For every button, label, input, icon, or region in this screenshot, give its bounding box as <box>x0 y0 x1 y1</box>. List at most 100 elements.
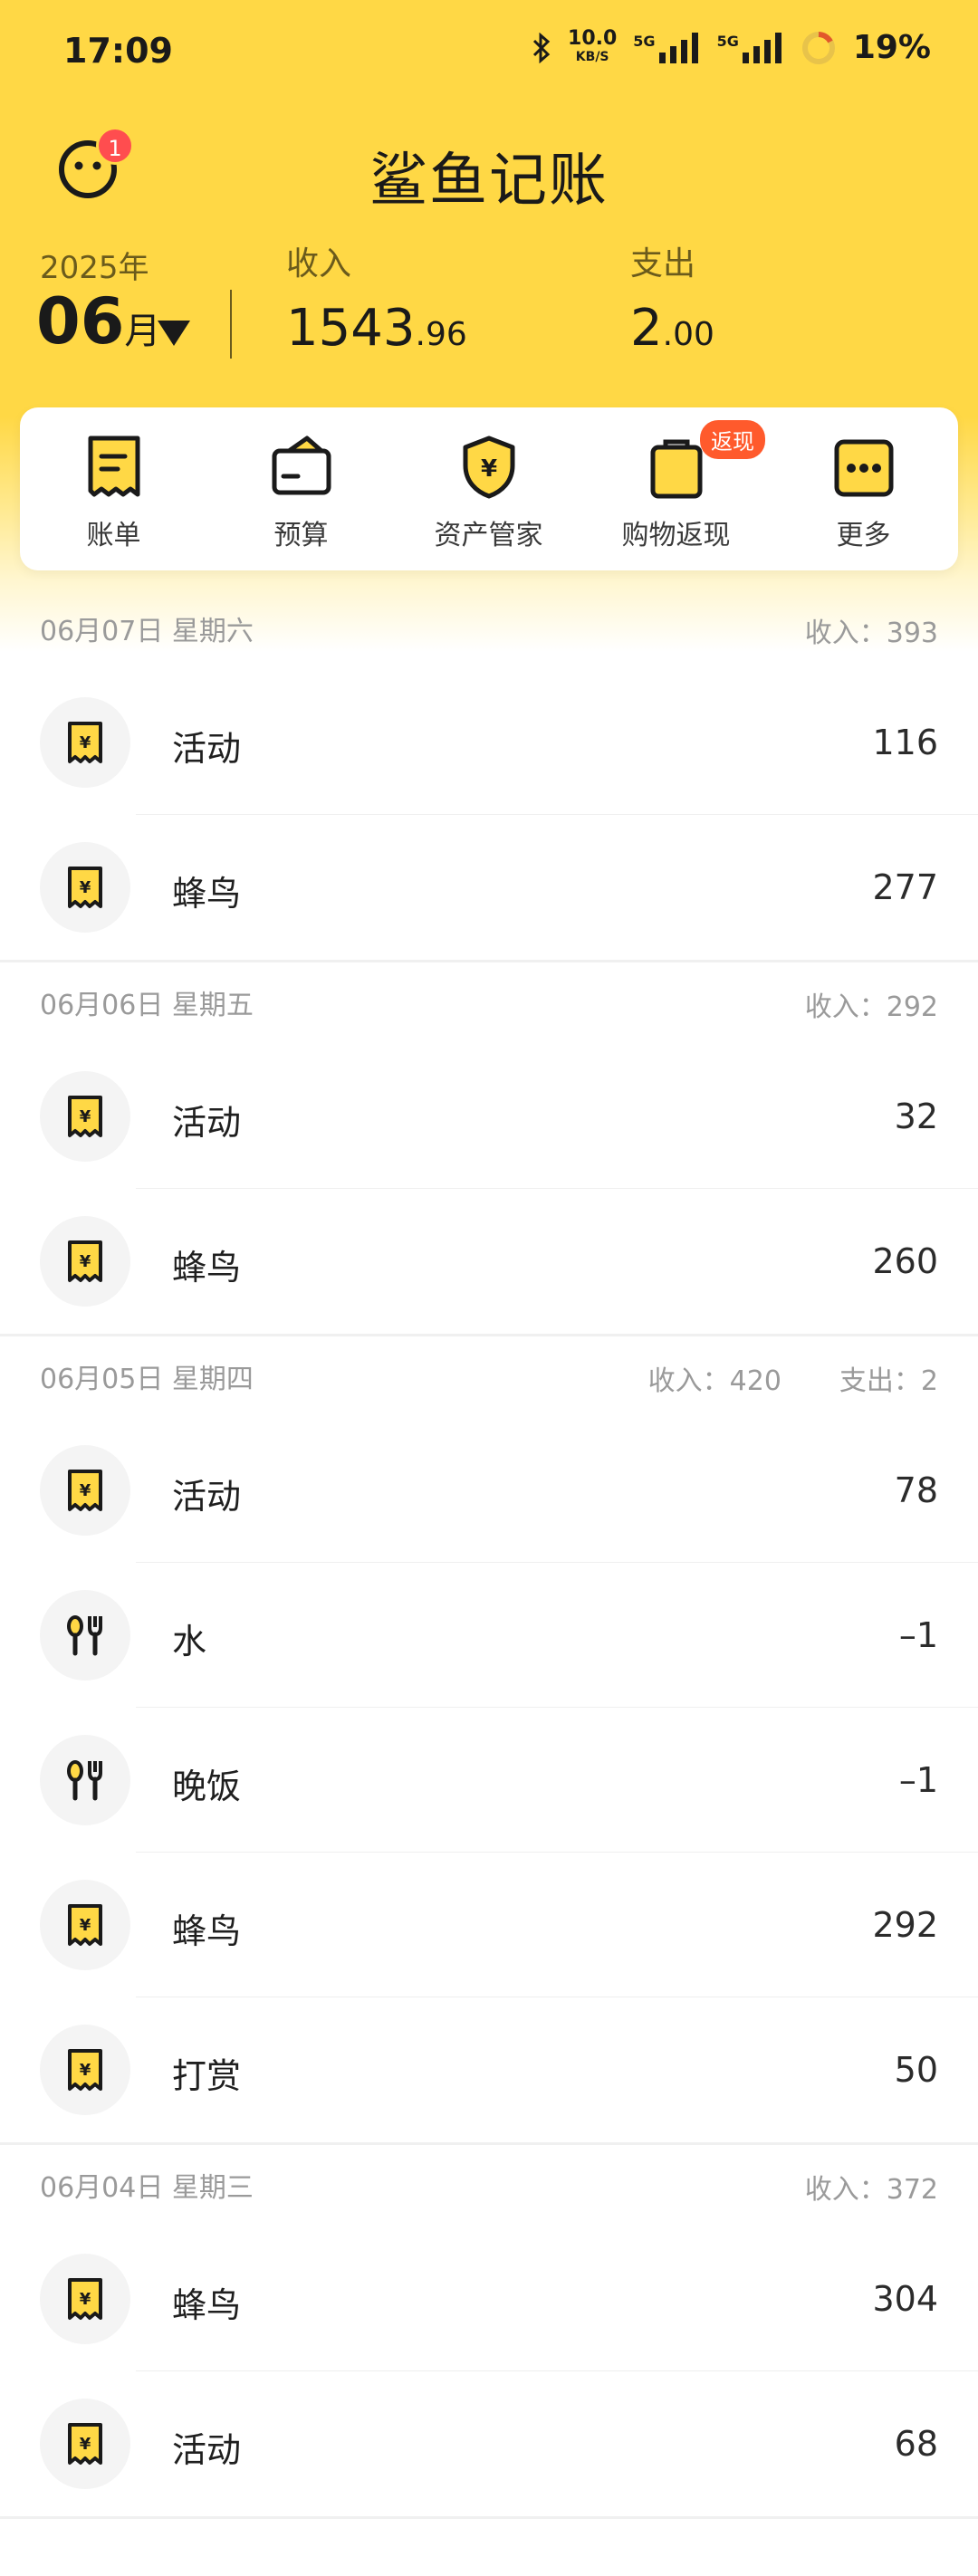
menu-item-budget[interactable]: 预算 <box>207 407 395 570</box>
transaction-name: 晚饭 <box>172 1767 242 1806</box>
day-summary: 收入：372 <box>805 2167 938 2207</box>
day-separator <box>0 2516 978 2519</box>
transaction-row[interactable]: ¥ 蜂鸟 260 <box>0 1189 978 1334</box>
receipt-yen-icon: ¥ <box>40 1445 130 1536</box>
day-date: 06月06日 星期五 <box>40 990 254 1021</box>
svg-text:¥: ¥ <box>481 455 497 483</box>
month-summary: 2025年 06月 收入 1543.96 支出 2.00 <box>0 237 978 364</box>
title-bar: 1 鲨鱼记账 <box>0 127 978 215</box>
transaction-amount: 32 <box>894 1096 938 1136</box>
day-header: 06月06日 星期五 收入：292 <box>0 962 978 1044</box>
menu-label-cashback: 购物返现 <box>621 520 731 551</box>
network-speed: 10.0 KB/S <box>568 26 618 66</box>
divider <box>230 290 232 359</box>
transaction-list: 06月07日 星期六 收入：393 ¥ 活动 116 ¥ 蜂鸟 277 06月0… <box>0 589 978 2519</box>
budget-wallet-icon <box>272 436 331 495</box>
month-selector[interactable]: 06月 <box>36 284 160 359</box>
day-income: 收入：393 <box>804 618 938 649</box>
signal-1-icon: 5G <box>633 32 700 63</box>
svg-text:¥: ¥ <box>80 1252 91 1271</box>
day-summary: 收入：393 <box>805 610 938 650</box>
menu-item-more[interactable]: 更多 <box>770 407 957 570</box>
transaction-row[interactable]: ¥ 活动 68 <box>0 2371 978 2516</box>
svg-text:¥: ¥ <box>80 878 91 897</box>
transaction-name: 打赏 <box>172 2056 242 2096</box>
menu-item-cashback[interactable]: 返现 购物返现 <box>582 407 770 570</box>
transaction-name: 活动 <box>172 1103 242 1143</box>
transaction-name: 蜂鸟 <box>172 874 242 914</box>
transaction-row[interactable]: 水 –1 <box>0 1563 978 1708</box>
transaction-amount: 304 <box>872 2279 938 2319</box>
transaction-amount: 116 <box>872 723 938 762</box>
transaction-name: 活动 <box>172 729 242 769</box>
transaction-amount: 277 <box>872 867 938 907</box>
transaction-amount: 78 <box>894 1470 938 1510</box>
more-icon <box>834 439 894 497</box>
svg-text:¥: ¥ <box>80 2435 91 2454</box>
menu-label-more: 更多 <box>836 520 891 551</box>
transaction-name: 活动 <box>172 2430 242 2470</box>
menu-item-bill[interactable]: 账单 <box>20 407 207 570</box>
day-header: 06月07日 星期六 收入：393 <box>0 589 978 670</box>
menu-label-budget: 预算 <box>273 520 329 551</box>
day-income: 收入：420 <box>647 1365 781 1397</box>
transaction-row[interactable]: ¥ 蜂鸟 292 <box>0 1853 978 1997</box>
svg-text:¥: ¥ <box>80 733 91 752</box>
receipt-yen-icon: ¥ <box>40 2399 130 2489</box>
transaction-row[interactable]: ¥ 打赏 50 <box>0 1997 978 2142</box>
bill-icon <box>88 436 140 497</box>
day-summary: 收入：292 <box>805 984 938 1024</box>
expense-total: 2.00 <box>630 299 714 358</box>
cashback-badge: 返现 <box>700 420 765 459</box>
transaction-name: 活动 <box>172 1477 242 1517</box>
transaction-amount: 292 <box>872 1905 938 1945</box>
transaction-amount: –1 <box>898 1760 938 1800</box>
app-title: 鲨鱼记账 <box>369 148 609 215</box>
transaction-name: 蜂鸟 <box>172 1911 242 1951</box>
food-icon <box>40 1735 130 1825</box>
network-speed-value: 10.0 <box>568 26 618 50</box>
transaction-row[interactable]: ¥ 蜂鸟 304 <box>0 2226 978 2371</box>
day-income: 收入：292 <box>804 991 938 1023</box>
quick-menu: 账单 预算 ¥ 资产管家 返现 购物返现 更多 <box>20 407 958 570</box>
transaction-row[interactable]: ¥ 活动 116 <box>0 670 978 815</box>
transaction-amount: –1 <box>898 1615 938 1655</box>
status-time: 17:09 <box>63 31 173 71</box>
transaction-row[interactable]: ¥ 蜂鸟 277 <box>0 815 978 960</box>
receipt-yen-icon: ¥ <box>40 697 130 788</box>
transaction-amount: 260 <box>872 1241 938 1281</box>
network-type-2: 5G <box>716 32 739 50</box>
shopping-bag-icon <box>650 439 703 499</box>
income-dec: .96 <box>415 316 467 353</box>
month-value: 06 <box>36 284 125 359</box>
battery-percent: 19% <box>852 29 931 66</box>
receipt-yen-icon: ¥ <box>40 1071 130 1162</box>
svg-text:¥: ¥ <box>80 2290 91 2309</box>
transaction-name: 蜂鸟 <box>172 1248 242 1288</box>
transaction-row[interactable]: ¥ 活动 32 <box>0 1044 978 1189</box>
expense-label: 支出 <box>630 245 696 282</box>
menu-item-assets[interactable]: ¥ 资产管家 <box>395 407 582 570</box>
income-int: 1543 <box>286 299 416 358</box>
asset-shield-icon: ¥ <box>463 436 515 499</box>
caret-down-icon[interactable] <box>158 321 190 346</box>
day-date: 06月07日 星期六 <box>40 616 254 647</box>
transaction-row[interactable]: 晚饭 –1 <box>0 1708 978 1853</box>
network-type-1: 5G <box>633 32 656 50</box>
receipt-yen-icon: ¥ <box>40 1880 130 1970</box>
transaction-row[interactable]: ¥ 活动 78 <box>0 1418 978 1563</box>
battery-ring-icon <box>801 31 835 64</box>
expense-dec: .00 <box>662 316 714 353</box>
income-label: 收入 <box>286 245 352 282</box>
menu-label-bill: 账单 <box>86 520 141 551</box>
day-header: 06月04日 星期三 收入：372 <box>0 2145 978 2226</box>
day-date: 06月05日 星期四 <box>40 1364 254 1395</box>
network-speed-unit: KB/S <box>575 49 609 64</box>
menu-label-assets: 资产管家 <box>434 520 543 551</box>
transaction-amount: 68 <box>894 2424 938 2464</box>
day-expense: 支出：2 <box>839 1365 938 1397</box>
status-icons: 10.0 KB/S 5G 5G 19% <box>532 26 931 66</box>
year-label[interactable]: 2025年 <box>40 243 149 287</box>
status-bar: 17:09 10.0 KB/S 5G 5G 19% <box>0 0 978 100</box>
food-icon <box>40 1590 130 1681</box>
